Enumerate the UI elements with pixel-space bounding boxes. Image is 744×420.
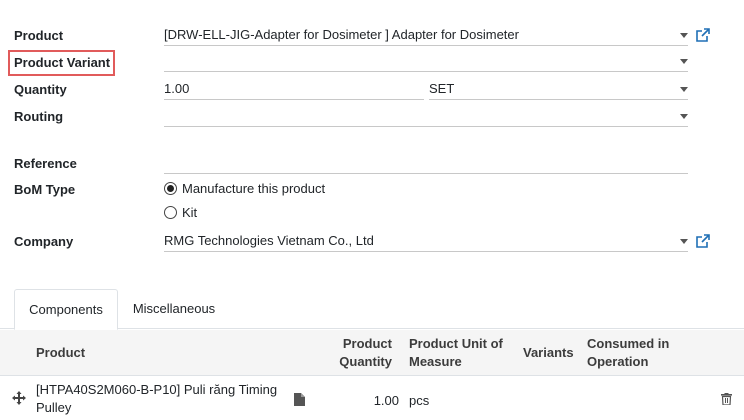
notebook-tabs: Components Miscellaneous bbox=[0, 289, 744, 330]
company-label: Company bbox=[14, 234, 74, 249]
trash-icon[interactable] bbox=[721, 393, 732, 405]
product-variant-select[interactable] bbox=[164, 52, 688, 72]
uom-value: SET bbox=[429, 81, 455, 96]
document-icon[interactable] bbox=[294, 393, 305, 406]
table-header: Product Product Quantity Product Unit of… bbox=[0, 330, 744, 376]
chevron-down-icon[interactable] bbox=[680, 87, 688, 92]
column-header-quantity-line1: Product bbox=[342, 336, 392, 351]
routing-select[interactable] bbox=[164, 107, 688, 127]
column-header-variants[interactable]: Variants bbox=[523, 344, 574, 362]
quantity-value: 1.00 bbox=[164, 81, 190, 96]
product-value: [DRW-ELL-JIG-Adapter for Dosimeter ] Ada… bbox=[164, 27, 519, 42]
external-link-icon[interactable] bbox=[696, 28, 710, 42]
bom-type-kit-label: Kit bbox=[182, 205, 198, 220]
bom-type-manufacture-radio[interactable]: Manufacture this product bbox=[164, 181, 325, 196]
company-select[interactable]: RMG Technologies Vietnam Co., Ltd bbox=[164, 232, 688, 252]
column-header-quantity[interactable]: Product Quantity bbox=[332, 335, 392, 371]
tab-components[interactable]: Components bbox=[14, 289, 118, 330]
quantity-input[interactable]: 1.00 bbox=[164, 80, 424, 100]
table-row[interactable]: [HTPA40S2M060-B-P10] Puli răng Timing Pu… bbox=[0, 377, 744, 420]
column-header-uom-line1: Product Unit of bbox=[409, 336, 503, 351]
row-uom[interactable]: pcs bbox=[409, 392, 429, 410]
quantity-label: Quantity bbox=[14, 82, 67, 97]
chevron-down-icon[interactable] bbox=[680, 239, 688, 244]
routing-label: Routing bbox=[14, 109, 64, 124]
tab-miscellaneous[interactable]: Miscellaneous bbox=[124, 289, 224, 330]
reference-label: Reference bbox=[14, 156, 77, 171]
bom-type-kit-radio[interactable]: Kit bbox=[164, 205, 197, 220]
column-header-consumed[interactable]: Consumed in Operation bbox=[587, 335, 669, 371]
row-product-line1: [HTPA40S2M060-B-P10] Puli răng Timing bbox=[36, 382, 278, 397]
chevron-down-icon[interactable] bbox=[680, 33, 688, 38]
radio-unchecked-icon[interactable] bbox=[164, 206, 177, 219]
column-header-uom-line2: Measure bbox=[409, 354, 462, 369]
row-product-line2: Pulley bbox=[36, 400, 72, 415]
reference-input[interactable] bbox=[164, 154, 688, 174]
bom-type-manufacture-label: Manufacture this product bbox=[182, 181, 326, 196]
product-select[interactable]: [DRW-ELL-JIG-Adapter for Dosimeter ] Ada… bbox=[164, 26, 688, 46]
row-product[interactable]: [HTPA40S2M060-B-P10] Puli răng Timing Pu… bbox=[36, 381, 277, 417]
row-quantity[interactable]: 1.00 bbox=[340, 392, 399, 410]
chevron-down-icon[interactable] bbox=[680, 59, 688, 64]
column-header-uom[interactable]: Product Unit of Measure bbox=[409, 335, 503, 371]
uom-select[interactable]: SET bbox=[429, 80, 688, 100]
column-header-consumed-line1: Consumed in bbox=[587, 336, 670, 351]
bom-type-label: BoM Type bbox=[14, 182, 76, 197]
external-link-icon[interactable] bbox=[696, 234, 710, 248]
product-label: Product bbox=[14, 28, 64, 43]
product-variant-label: Product Variant bbox=[14, 55, 111, 70]
column-header-quantity-line2: Quantity bbox=[339, 354, 392, 369]
company-value: RMG Technologies Vietnam Co., Ltd bbox=[164, 233, 374, 248]
drag-handle-icon[interactable] bbox=[12, 391, 26, 405]
chevron-down-icon[interactable] bbox=[680, 114, 688, 119]
column-header-product[interactable]: Product bbox=[36, 344, 85, 362]
column-header-consumed-line2: Operation bbox=[587, 354, 649, 369]
radio-checked-icon[interactable] bbox=[164, 182, 177, 195]
